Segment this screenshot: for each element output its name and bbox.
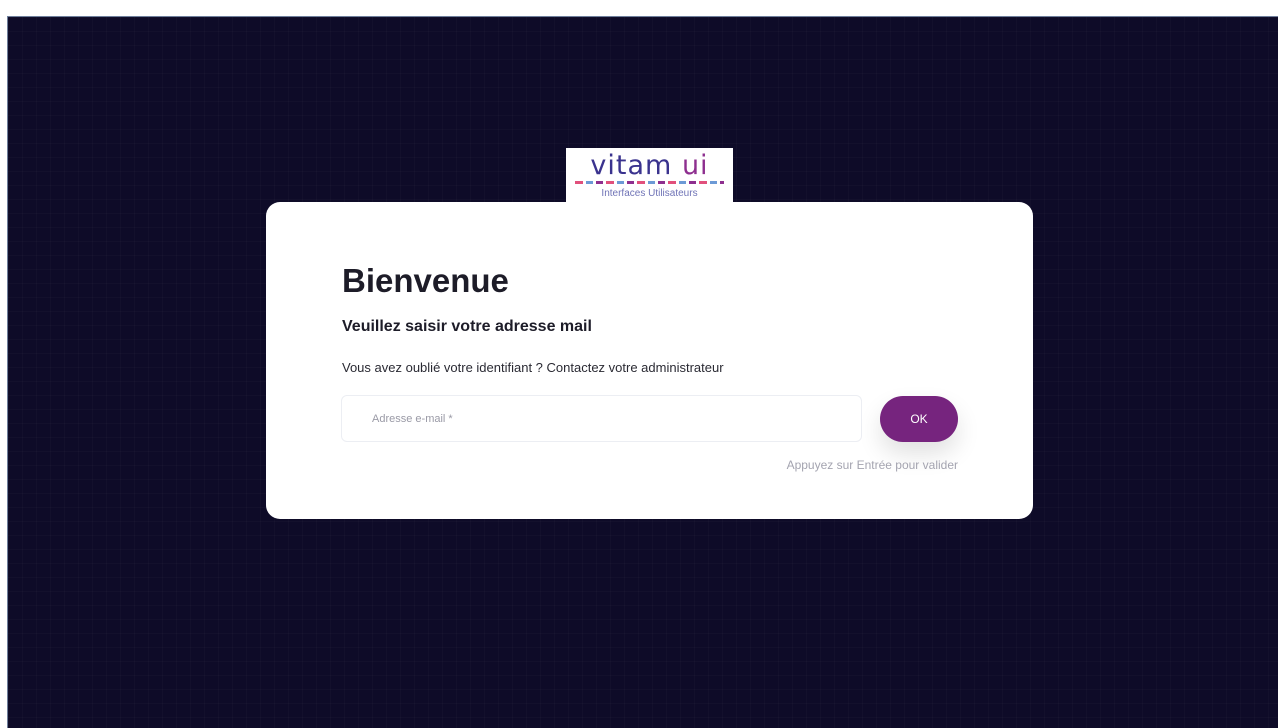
login-card: Bienvenue Veuillez saisir votre adresse … [266, 202, 1033, 519]
vitam-ui-logo: vitam ui Interfaces Utilisateurs [566, 148, 733, 204]
logo-wordmark: vitam ui [566, 152, 733, 180]
logo-dashes [575, 181, 724, 184]
logo-subtitle: Interfaces Utilisateurs [601, 188, 698, 199]
email-field[interactable] [341, 395, 862, 442]
login-subtitle: Veuillez saisir votre adresse mail [342, 318, 592, 335]
page-title: Bienvenue [342, 262, 509, 299]
logo-wordmark-accent: ui [681, 150, 709, 181]
enter-hint: Appuyez sur Entrée pour valider [786, 458, 958, 472]
page-background: vitam ui Interfaces Utilisateurs Bienven… [7, 16, 1278, 728]
email-input[interactable] [342, 396, 861, 441]
forgot-identifier-text: Vous avez oublié votre identifiant ? Con… [342, 360, 724, 375]
logo-wordmark-main: vitam [590, 150, 673, 181]
ok-button[interactable]: OK [880, 396, 958, 442]
